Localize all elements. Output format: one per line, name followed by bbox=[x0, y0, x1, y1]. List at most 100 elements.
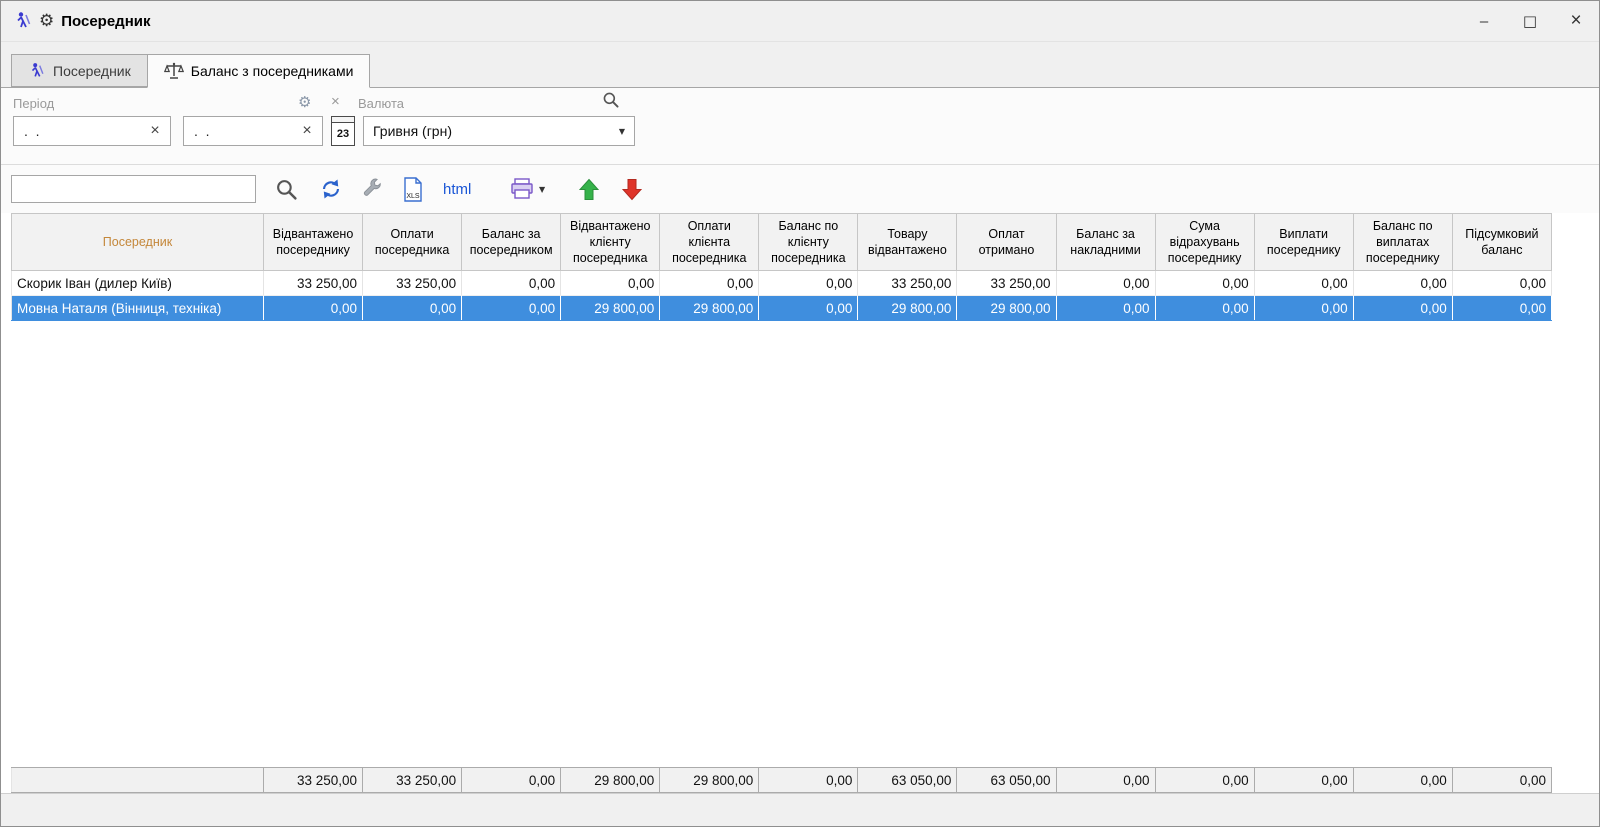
svg-text:XLS: XLS bbox=[406, 193, 420, 200]
value-cell[interactable]: 33 250,00 bbox=[264, 271, 363, 296]
value-cell[interactable]: 0,00 bbox=[759, 271, 858, 296]
totals-table: 33 250,0033 250,000,0029 800,0029 800,00… bbox=[11, 767, 1552, 793]
window-controls: – □ × bbox=[1461, 1, 1599, 41]
value-cell[interactable]: 0,00 bbox=[1452, 296, 1551, 321]
value-cell[interactable]: 0,00 bbox=[462, 296, 561, 321]
value-cell[interactable]: 0,00 bbox=[363, 296, 462, 321]
value-cell[interactable]: 0,00 bbox=[561, 271, 660, 296]
status-bar bbox=[1, 793, 1599, 826]
value-cell[interactable]: 0,00 bbox=[1254, 296, 1353, 321]
value-cell[interactable]: 0,00 bbox=[1155, 271, 1254, 296]
table-row[interactable]: Мовна Наталя (Вінниця, техніка)0,000,000… bbox=[12, 296, 1552, 321]
column-header[interactable]: Товару відвантажено bbox=[858, 214, 957, 271]
move-up-arrow-icon[interactable] bbox=[579, 176, 599, 202]
value-cell[interactable]: 0,00 bbox=[1254, 271, 1353, 296]
xls-export-icon[interactable]: XLS bbox=[402, 176, 424, 202]
column-header[interactable]: Оплат отримано bbox=[957, 214, 1056, 271]
column-header[interactable]: Виплати посереднику bbox=[1254, 214, 1353, 271]
header-row: ПосередникВідвантажено посередникуОплати… bbox=[12, 214, 1552, 271]
value-cell[interactable]: 0,00 bbox=[1056, 271, 1155, 296]
value-cell[interactable]: 29 800,00 bbox=[858, 296, 957, 321]
date-to-input[interactable] bbox=[184, 122, 292, 140]
balance-table: ПосередникВідвантажено посередникуОплати… bbox=[11, 213, 1552, 321]
printer-icon bbox=[509, 177, 535, 201]
tab-label: Баланс з посередниками bbox=[191, 63, 354, 79]
column-header[interactable]: Сума відрахувань посереднику bbox=[1155, 214, 1254, 271]
column-header[interactable]: Оплати клієнта посередника bbox=[660, 214, 759, 271]
currency-select[interactable]: Гривня (грн) ▼ bbox=[363, 116, 635, 146]
search-input[interactable] bbox=[11, 175, 256, 203]
date-to-clear-button[interactable]: × bbox=[292, 122, 322, 140]
calendar-button[interactable]: 23 bbox=[331, 116, 355, 146]
intermediary-name-cell[interactable]: Мовна Наталя (Вінниця, техніка) bbox=[12, 296, 264, 321]
calendar-day: 23 bbox=[332, 123, 354, 145]
tab-intermediary[interactable]: Посередник bbox=[11, 54, 148, 87]
date-from-clear-button[interactable]: × bbox=[140, 122, 170, 140]
period-clear-icon[interactable]: × bbox=[331, 93, 340, 110]
value-cell[interactable]: 0,00 bbox=[1353, 296, 1452, 321]
value-cell[interactable]: 29 800,00 bbox=[660, 296, 759, 321]
totals-row: 33 250,0033 250,000,0029 800,0029 800,00… bbox=[12, 768, 1552, 793]
table-row[interactable]: Скорик Іван (дилер Київ)33 250,0033 250,… bbox=[12, 271, 1552, 296]
value-cell[interactable]: 33 250,00 bbox=[858, 271, 957, 296]
column-header[interactable]: Баланс за накладними bbox=[1056, 214, 1155, 271]
move-down-arrow-icon[interactable] bbox=[622, 176, 642, 202]
totals-cell: 0,00 bbox=[1056, 768, 1155, 793]
value-cell[interactable]: 0,00 bbox=[1155, 296, 1254, 321]
date-from-field: × bbox=[13, 116, 171, 146]
value-cell[interactable]: 0,00 bbox=[462, 271, 561, 296]
chevron-down-icon: ▼ bbox=[619, 127, 625, 136]
date-to-field: × bbox=[183, 116, 323, 146]
column-header[interactable]: Посередник bbox=[12, 214, 264, 271]
value-cell[interactable]: 0,00 bbox=[1353, 271, 1452, 296]
currency-selected-value: Гривня (грн) bbox=[373, 123, 452, 139]
maximize-button[interactable]: □ bbox=[1507, 1, 1553, 41]
totals-cell: 29 800,00 bbox=[561, 768, 660, 793]
scales-icon bbox=[164, 62, 184, 80]
close-button[interactable]: × bbox=[1553, 1, 1599, 41]
intermediary-name-cell[interactable]: Скорик Іван (дилер Київ) bbox=[12, 271, 264, 296]
value-cell[interactable]: 33 250,00 bbox=[957, 271, 1056, 296]
column-header[interactable]: Підсумковий баланс bbox=[1452, 214, 1551, 271]
balance-grid: ПосередникВідвантажено посередникуОплати… bbox=[1, 213, 1599, 793]
currency-label: Валюта bbox=[358, 96, 404, 111]
tab-balance-with-intermediaries[interactable]: Баланс з посередниками bbox=[147, 54, 371, 88]
value-cell[interactable]: 0,00 bbox=[759, 296, 858, 321]
print-button[interactable]: ▼ bbox=[509, 176, 545, 202]
wrench-icon[interactable] bbox=[361, 176, 383, 202]
window-title: Посередник bbox=[61, 13, 150, 30]
totals-cell: 63 050,00 bbox=[858, 768, 957, 793]
date-from-input[interactable] bbox=[14, 122, 140, 140]
totals-cell: 0,00 bbox=[1353, 768, 1452, 793]
html-export-button[interactable]: html bbox=[443, 176, 471, 202]
app-window: ⚙ Посередник – □ × Посередник bbox=[0, 0, 1600, 827]
value-cell[interactable]: 33 250,00 bbox=[363, 271, 462, 296]
value-cell[interactable]: 0,00 bbox=[1452, 271, 1551, 296]
value-cell[interactable]: 0,00 bbox=[264, 296, 363, 321]
value-cell[interactable]: 29 800,00 bbox=[957, 296, 1056, 321]
column-header[interactable]: Відвантажено посереднику bbox=[264, 214, 363, 271]
column-header[interactable]: Баланс по клієнту посередника bbox=[759, 214, 858, 271]
title-bar: ⚙ Посередник – □ × bbox=[1, 1, 1599, 42]
column-header[interactable]: Відвантажено клієнту посередника bbox=[561, 214, 660, 271]
tab-bar: Посередник Баланс з посередниками bbox=[1, 42, 1599, 88]
currency-search-icon[interactable] bbox=[602, 91, 620, 109]
filter-bar: Період ⚙ × Валюта × × 23 Гривня (грн) ▼ bbox=[1, 88, 1599, 164]
refresh-icon[interactable] bbox=[319, 176, 343, 202]
totals-cell bbox=[12, 768, 264, 793]
value-cell[interactable]: 0,00 bbox=[660, 271, 759, 296]
minimize-button[interactable]: – bbox=[1461, 1, 1507, 41]
totals-cell: 0,00 bbox=[759, 768, 858, 793]
totals-cell: 0,00 bbox=[1155, 768, 1254, 793]
period-label: Період bbox=[13, 96, 54, 111]
value-cell[interactable]: 29 800,00 bbox=[561, 296, 660, 321]
search-icon[interactable] bbox=[275, 176, 298, 202]
column-header[interactable]: Баланс за посередником bbox=[462, 214, 561, 271]
totals-cell: 29 800,00 bbox=[660, 768, 759, 793]
totals-cell: 33 250,00 bbox=[264, 768, 363, 793]
column-header[interactable]: Оплати посередника bbox=[363, 214, 462, 271]
value-cell[interactable]: 0,00 bbox=[1056, 296, 1155, 321]
column-header[interactable]: Баланс по виплатах посереднику bbox=[1353, 214, 1452, 271]
print-dropdown-caret[interactable]: ▼ bbox=[539, 185, 545, 194]
period-settings-gear-icon[interactable]: ⚙ bbox=[298, 93, 311, 111]
